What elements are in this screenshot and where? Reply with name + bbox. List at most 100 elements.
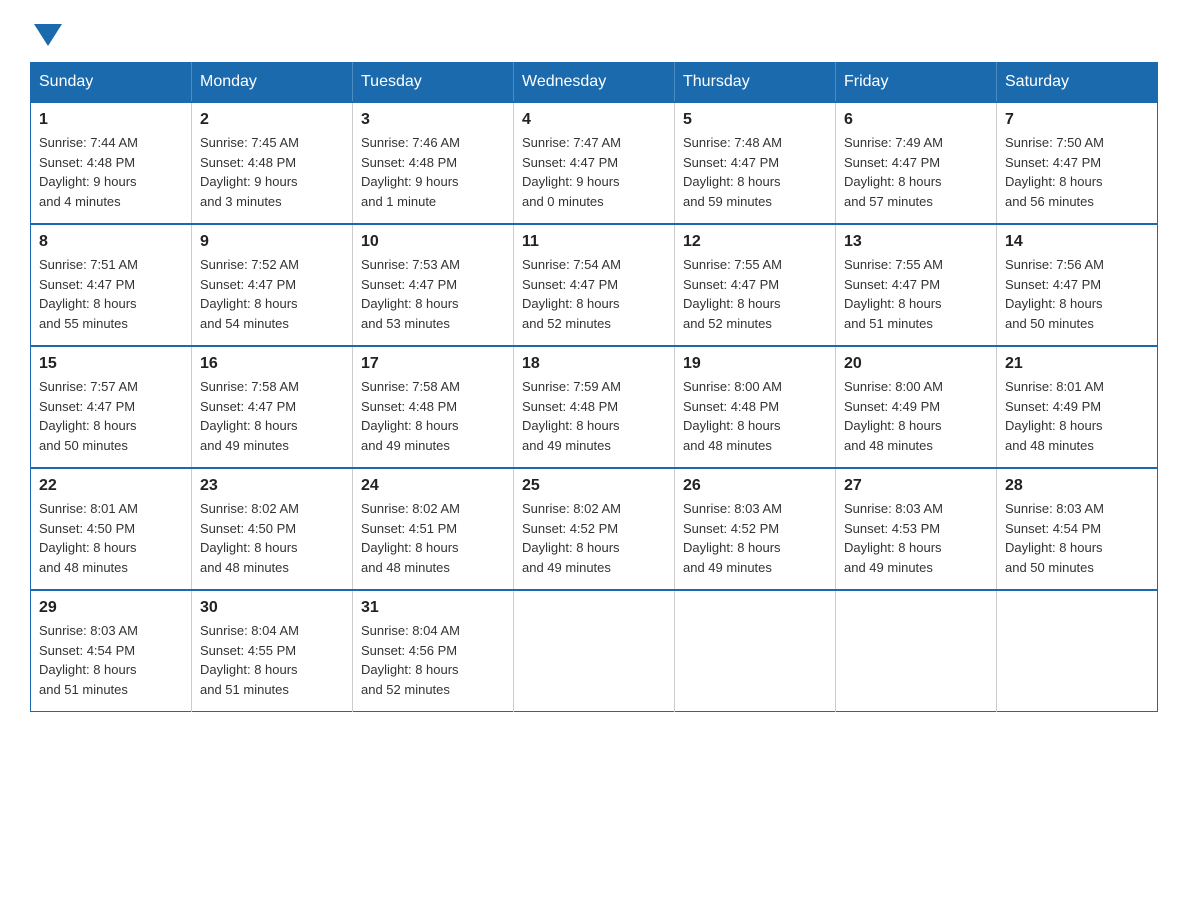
calendar-cell: 18 Sunrise: 7:59 AMSunset: 4:48 PMDayligh… xyxy=(514,346,675,468)
calendar-cell: 7Sunrise: 7:50 AMSunset: 4:47 PMDaylight… xyxy=(997,102,1158,224)
day-number: 22 xyxy=(39,477,183,495)
calendar-cell: 15 Sunrise: 7:57 AMSunset: 4:47 PMDayligh… xyxy=(31,346,192,468)
calendar-cell: 25 Sunrise: 8:02 AMSunset: 4:52 PMDayligh… xyxy=(514,468,675,590)
day-info: Sunrise: 7:46 AMSunset: 4:48 PMDaylight:… xyxy=(361,133,505,211)
calendar-header-row: SundayMondayTuesdayWednesdayThursdayFrid… xyxy=(31,63,1158,103)
calendar-cell: 6 Sunrise: 7:49 AMSunset: 4:47 PMDaylight… xyxy=(836,102,997,224)
day-number: 2 xyxy=(200,111,344,129)
day-number: 19 xyxy=(683,355,827,373)
day-number: 13 xyxy=(844,233,988,251)
day-info: Sunrise: 7:58 AMSunset: 4:48 PMDaylight:… xyxy=(361,377,505,455)
day-info: Sunrise: 8:02 AMSunset: 4:52 PMDaylight:… xyxy=(522,499,666,577)
day-number: 18 xyxy=(522,355,666,373)
day-info: Sunrise: 8:00 AMSunset: 4:49 PMDaylight:… xyxy=(844,377,988,455)
calendar-cell: 1Sunrise: 7:44 AMSunset: 4:48 PMDaylight… xyxy=(31,102,192,224)
day-info: Sunrise: 8:00 AMSunset: 4:48 PMDaylight:… xyxy=(683,377,827,455)
calendar-cell: 2 Sunrise: 7:45 AMSunset: 4:48 PMDaylight… xyxy=(192,102,353,224)
calendar-cell: 10Sunrise: 7:53 AMSunset: 4:47 PMDayligh… xyxy=(353,224,514,346)
day-number: 10 xyxy=(361,233,505,251)
calendar-cell: 16 Sunrise: 7:58 AMSunset: 4:47 PMDayligh… xyxy=(192,346,353,468)
calendar-cell: 22 Sunrise: 8:01 AMSunset: 4:50 PMDayligh… xyxy=(31,468,192,590)
day-info: Sunrise: 8:01 AMSunset: 4:49 PMDaylight:… xyxy=(1005,377,1149,455)
day-info: Sunrise: 7:50 AMSunset: 4:47 PMDaylight:… xyxy=(1005,133,1149,211)
weekday-header-monday: Monday xyxy=(192,63,353,103)
day-number: 30 xyxy=(200,599,344,617)
day-number: 29 xyxy=(39,599,183,617)
weekday-header-friday: Friday xyxy=(836,63,997,103)
calendar-cell: 9Sunrise: 7:52 AMSunset: 4:47 PMDaylight… xyxy=(192,224,353,346)
calendar-cell: 13 Sunrise: 7:55 AMSunset: 4:47 PMDayligh… xyxy=(836,224,997,346)
day-number: 24 xyxy=(361,477,505,495)
calendar-cell: 5Sunrise: 7:48 AMSunset: 4:47 PMDaylight… xyxy=(675,102,836,224)
calendar-cell: 29Sunrise: 8:03 AMSunset: 4:54 PMDayligh… xyxy=(31,590,192,712)
day-info: Sunrise: 7:55 AMSunset: 4:47 PMDaylight:… xyxy=(844,255,988,333)
calendar-cell: 28Sunrise: 8:03 AMSunset: 4:54 PMDayligh… xyxy=(997,468,1158,590)
day-info: Sunrise: 7:51 AMSunset: 4:47 PMDaylight:… xyxy=(39,255,183,333)
day-info: Sunrise: 8:04 AMSunset: 4:55 PMDaylight:… xyxy=(200,621,344,699)
weekday-header-wednesday: Wednesday xyxy=(514,63,675,103)
day-info: Sunrise: 8:03 AMSunset: 4:54 PMDaylight:… xyxy=(1005,499,1149,577)
day-number: 9 xyxy=(200,233,344,251)
day-info: Sunrise: 8:03 AMSunset: 4:52 PMDaylight:… xyxy=(683,499,827,577)
day-info: Sunrise: 7:49 AMSunset: 4:47 PMDaylight:… xyxy=(844,133,988,211)
day-info: Sunrise: 7:59 AMSunset: 4:48 PMDaylight:… xyxy=(522,377,666,455)
calendar-table: SundayMondayTuesdayWednesdayThursdayFrid… xyxy=(30,62,1158,712)
day-number: 31 xyxy=(361,599,505,617)
day-number: 16 xyxy=(200,355,344,373)
day-info: Sunrise: 7:57 AMSunset: 4:47 PMDaylight:… xyxy=(39,377,183,455)
calendar-cell xyxy=(514,590,675,712)
weekday-header-sunday: Sunday xyxy=(31,63,192,103)
calendar-cell: 8 Sunrise: 7:51 AMSunset: 4:47 PMDaylight… xyxy=(31,224,192,346)
day-info: Sunrise: 7:47 AMSunset: 4:47 PMDaylight:… xyxy=(522,133,666,211)
day-number: 25 xyxy=(522,477,666,495)
day-number: 8 xyxy=(39,233,183,251)
calendar-cell xyxy=(675,590,836,712)
calendar-cell: 27 Sunrise: 8:03 AMSunset: 4:53 PMDayligh… xyxy=(836,468,997,590)
day-number: 21 xyxy=(1005,355,1149,373)
day-info: Sunrise: 8:02 AMSunset: 4:51 PMDaylight:… xyxy=(361,499,505,577)
calendar-week-1: 1Sunrise: 7:44 AMSunset: 4:48 PMDaylight… xyxy=(31,102,1158,224)
weekday-header-tuesday: Tuesday xyxy=(353,63,514,103)
calendar-week-3: 15 Sunrise: 7:57 AMSunset: 4:47 PMDayligh… xyxy=(31,346,1158,468)
day-info: Sunrise: 7:44 AMSunset: 4:48 PMDaylight:… xyxy=(39,133,183,211)
calendar-cell xyxy=(836,590,997,712)
calendar-cell: 20Sunrise: 8:00 AMSunset: 4:49 PMDayligh… xyxy=(836,346,997,468)
calendar-cell: 19 Sunrise: 8:00 AMSunset: 4:48 PMDayligh… xyxy=(675,346,836,468)
page-header xyxy=(30,20,1158,42)
logo xyxy=(30,20,62,42)
day-number: 27 xyxy=(844,477,988,495)
calendar-cell: 26Sunrise: 8:03 AMSunset: 4:52 PMDayligh… xyxy=(675,468,836,590)
day-number: 6 xyxy=(844,111,988,129)
calendar-cell: 23 Sunrise: 8:02 AMSunset: 4:50 PMDayligh… xyxy=(192,468,353,590)
day-info: Sunrise: 7:58 AMSunset: 4:47 PMDaylight:… xyxy=(200,377,344,455)
calendar-cell: 17Sunrise: 7:58 AMSunset: 4:48 PMDayligh… xyxy=(353,346,514,468)
day-info: Sunrise: 8:02 AMSunset: 4:50 PMDaylight:… xyxy=(200,499,344,577)
day-info: Sunrise: 8:04 AMSunset: 4:56 PMDaylight:… xyxy=(361,621,505,699)
calendar-cell: 12 Sunrise: 7:55 AMSunset: 4:47 PMDayligh… xyxy=(675,224,836,346)
day-info: Sunrise: 8:03 AMSunset: 4:53 PMDaylight:… xyxy=(844,499,988,577)
calendar-cell: 4 Sunrise: 7:47 AMSunset: 4:47 PMDaylight… xyxy=(514,102,675,224)
calendar-cell: 3 Sunrise: 7:46 AMSunset: 4:48 PMDaylight… xyxy=(353,102,514,224)
day-number: 23 xyxy=(200,477,344,495)
day-info: Sunrise: 7:55 AMSunset: 4:47 PMDaylight:… xyxy=(683,255,827,333)
calendar-cell: 14Sunrise: 7:56 AMSunset: 4:47 PMDayligh… xyxy=(997,224,1158,346)
calendar-cell: 11Sunrise: 7:54 AMSunset: 4:47 PMDayligh… xyxy=(514,224,675,346)
weekday-header-saturday: Saturday xyxy=(997,63,1158,103)
day-number: 11 xyxy=(522,233,666,251)
day-number: 15 xyxy=(39,355,183,373)
weekday-header-thursday: Thursday xyxy=(675,63,836,103)
day-number: 12 xyxy=(683,233,827,251)
calendar-cell: 24 Sunrise: 8:02 AMSunset: 4:51 PMDayligh… xyxy=(353,468,514,590)
calendar-week-5: 29Sunrise: 8:03 AMSunset: 4:54 PMDayligh… xyxy=(31,590,1158,712)
calendar-week-2: 8 Sunrise: 7:51 AMSunset: 4:47 PMDaylight… xyxy=(31,224,1158,346)
day-info: Sunrise: 7:48 AMSunset: 4:47 PMDaylight:… xyxy=(683,133,827,211)
calendar-cell: 21 Sunrise: 8:01 AMSunset: 4:49 PMDayligh… xyxy=(997,346,1158,468)
logo-arrow-icon xyxy=(34,24,62,46)
calendar-cell: 30 Sunrise: 8:04 AMSunset: 4:55 PMDayligh… xyxy=(192,590,353,712)
day-number: 3 xyxy=(361,111,505,129)
day-info: Sunrise: 7:45 AMSunset: 4:48 PMDaylight:… xyxy=(200,133,344,211)
day-number: 4 xyxy=(522,111,666,129)
calendar-week-4: 22 Sunrise: 8:01 AMSunset: 4:50 PMDayligh… xyxy=(31,468,1158,590)
day-info: Sunrise: 8:01 AMSunset: 4:50 PMDaylight:… xyxy=(39,499,183,577)
day-number: 14 xyxy=(1005,233,1149,251)
